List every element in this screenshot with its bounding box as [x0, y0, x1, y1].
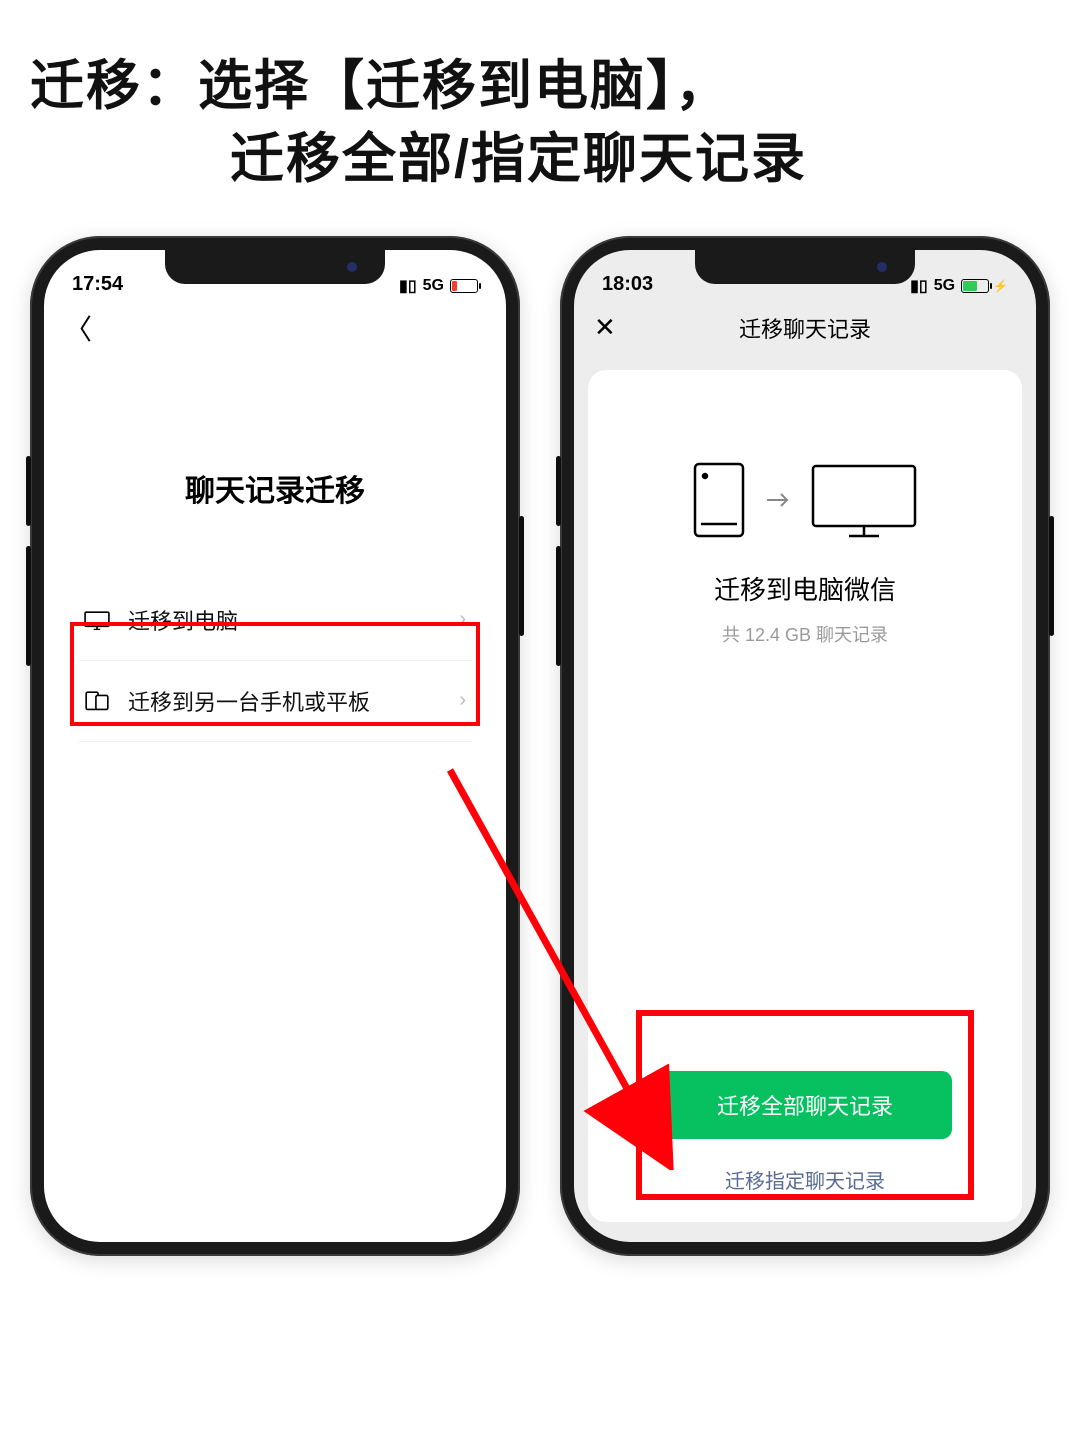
battery-icon: [961, 279, 989, 293]
option-migrate-to-device[interactable]: 迁移到另一台手机或平板 ›: [78, 661, 472, 742]
transfer-title: 迁移到电脑微信: [714, 570, 896, 607]
devices-icon: [84, 690, 110, 712]
phone-mockup-right: 18:03 ▮▯ 5G ⚡ ✕ 迁移聊天记录: [560, 236, 1050, 1256]
chevron-right-icon: ›: [459, 689, 466, 712]
charging-icon: ⚡: [993, 279, 1008, 293]
signal-icon: ▮▯: [910, 276, 928, 296]
option-label: 迁移到电脑: [128, 604, 238, 636]
migrate-all-button[interactable]: 迁移全部聊天记录: [658, 1071, 953, 1139]
phone-notch: [165, 250, 385, 284]
desktop-icon: [84, 609, 110, 631]
network-label: 5G: [423, 277, 444, 295]
chevron-right-icon: ›: [459, 608, 466, 631]
migrate-selected-link[interactable]: 迁移指定聊天记录: [725, 1165, 885, 1194]
phone-notch: [695, 250, 915, 284]
nav-bar: 〈: [44, 300, 506, 356]
network-label: 5G: [934, 277, 955, 295]
nav-title: 迁移聊天记录: [739, 312, 871, 344]
option-label: 迁移到另一台手机或平板: [128, 685, 370, 717]
close-button[interactable]: ✕: [594, 312, 616, 343]
option-migrate-to-computer[interactable]: 迁移到电脑 ›: [78, 580, 472, 661]
signal-icon: ▮▯: [399, 276, 417, 296]
nav-bar: ✕ 迁移聊天记录: [574, 300, 1036, 356]
headline-line1: 迁移：选择【迁移到电脑】，: [30, 56, 731, 116]
transfer-illustration: [691, 460, 919, 540]
page-title: 聊天记录迁移: [44, 466, 506, 510]
headline-line2: 迁移全部/指定聊天记录: [30, 123, 1050, 196]
content-card: 迁移到电脑微信 共 12.4 GB 聊天记录 迁移全部聊天记录 迁移指定聊天记录: [588, 370, 1022, 1222]
transfer-subtitle: 共 12.4 GB 聊天记录: [722, 621, 888, 647]
phone-mockup-left: 17:54 ▮▯ 5G 〈 聊天记录迁移: [30, 236, 520, 1256]
back-button[interactable]: 〈: [64, 308, 92, 348]
instruction-headline: 迁移：选择【迁移到电脑】， 迁移全部/指定聊天记录: [0, 0, 1080, 206]
battery-icon: [450, 279, 478, 293]
